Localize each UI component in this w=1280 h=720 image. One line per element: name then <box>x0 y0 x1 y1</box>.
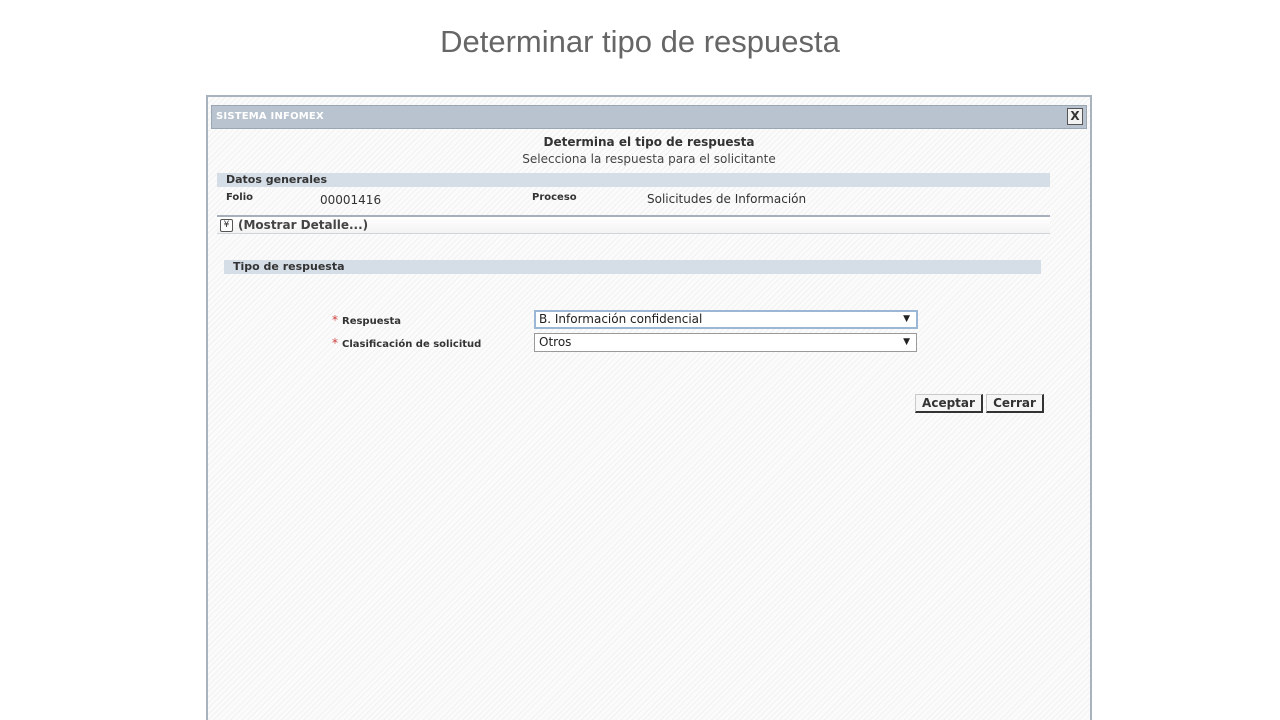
window-titlebar: SISTEMA INFOMEX X <box>211 105 1087 129</box>
respuesta-label: Respuesta <box>342 316 401 327</box>
respuesta-select-value: B. Información confidencial <box>539 312 703 326</box>
cancel-button[interactable]: Cerrar <box>986 394 1044 413</box>
clasificacion-select-value: Otros <box>539 335 572 349</box>
folio-value: 00001416 <box>320 193 382 207</box>
respuesta-select[interactable]: B. Información confidencial ▼ <box>534 310 918 329</box>
close-button[interactable]: X <box>1067 108 1083 125</box>
proceso-value: Solicitudes de Información <box>647 192 807 206</box>
dialog-window: SISTEMA INFOMEX X Determina el tipo de r… <box>206 95 1092 720</box>
required-marker: * <box>332 336 338 350</box>
accept-button[interactable]: Aceptar <box>915 394 983 413</box>
form-subheading: Selecciona la respuesta para el solicita… <box>522 152 776 166</box>
detail-toggle-bar[interactable]: ¥ (Mostrar Detalle...) <box>217 215 1050 234</box>
section-response-type: Tipo de respuesta <box>224 260 1041 274</box>
slide-title: Determinar tipo de respuesta <box>440 24 840 59</box>
show-detail-link[interactable]: (Mostrar Detalle...) <box>238 218 368 232</box>
proceso-label: Proceso <box>532 192 577 203</box>
double-chevron-down-icon[interactable]: ¥ <box>220 219 233 232</box>
folio-label: Folio <box>226 192 254 203</box>
chevron-down-icon: ▼ <box>903 314 910 324</box>
clasificacion-select[interactable]: Otros ▼ <box>534 333 917 352</box>
section-general: Datos generales <box>217 173 1050 187</box>
form-heading: Determina el tipo de respuesta <box>543 135 755 149</box>
window-title: SISTEMA INFOMEX <box>216 111 324 122</box>
required-marker: * <box>332 313 338 327</box>
clasificacion-label: Clasificación de solicitud <box>342 339 482 350</box>
chevron-down-icon: ▼ <box>903 337 910 347</box>
